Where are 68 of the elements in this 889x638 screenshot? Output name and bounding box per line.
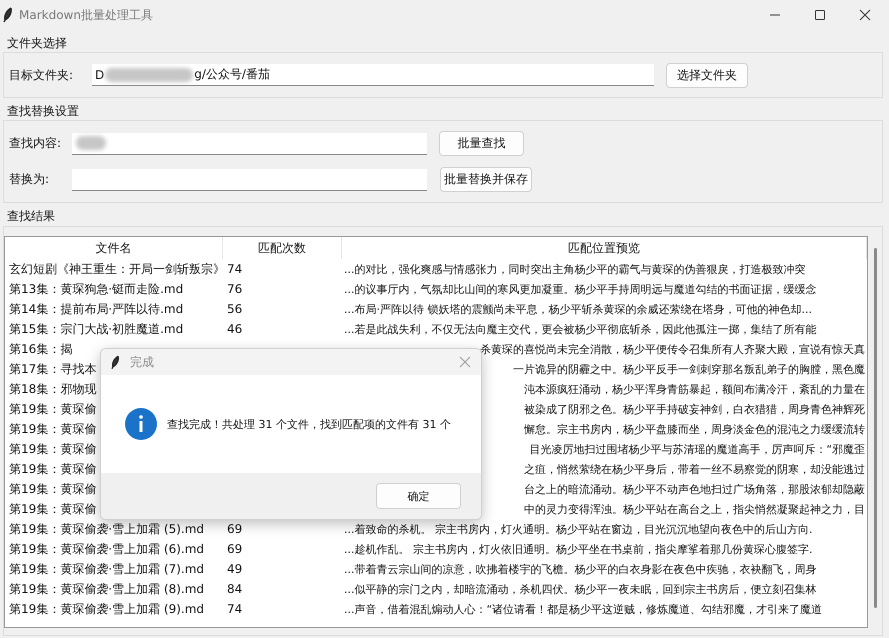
table-cell: 第15集：宗门大战·初胜魔道.md bbox=[9, 322, 184, 336]
find-button[interactable]: 批量查找 bbox=[439, 131, 524, 156]
table-cell: 玄幻短剧《神王重生：开局一剑斩叛宗》 bbox=[9, 262, 225, 276]
choose-folder-button[interactable]: 选择文件夹 bbox=[666, 62, 748, 88]
table-cell: 沌本源疯狂涌动，杨少平浑身青筋暴起，额间布满冷汗，紊乱的力量在 bbox=[524, 382, 866, 396]
table-cell: 中的灵力变得浑浊。杨少平站在高台之上，指尖悄然凝聚起神之力，目 bbox=[524, 502, 866, 516]
table-cell: 第19集：黄琛偷袭·雪上加霜 (7).md bbox=[9, 562, 204, 576]
table-cell: 49 bbox=[227, 562, 242, 576]
table-cell: 84 bbox=[227, 582, 242, 596]
table-cell: 之疽，悄然萦绕在杨少平身后，带着一丝不易察觉的阴寒，却没能逃过 bbox=[524, 462, 866, 476]
table-cell: 第19集：黄琛偷 bbox=[9, 442, 96, 456]
feather-icon bbox=[3, 7, 13, 23]
table-cell: 69 bbox=[227, 542, 242, 556]
info-icon bbox=[125, 408, 157, 440]
table-cell: 第18集：邪物现 bbox=[9, 382, 96, 396]
table-cell: 第19集：黄琛偷袭·雪上加霜 (9).md bbox=[9, 602, 204, 616]
table-cell: ...着致命的杀机。 宗主书房内，灯火通明。杨少平站在窗边，目光沉沉地望向夜色中的后山方向. bbox=[344, 522, 812, 536]
table-cell: 56 bbox=[227, 302, 242, 316]
table-cell: 第19集：黄琛偷 bbox=[9, 462, 96, 476]
field-label: 替换为: bbox=[9, 171, 50, 188]
table-cell: ...若是此战失利，不仅无法向魔主交代，更会被杨少平彻底斩杀，因此他孤注一掷，集结了所有能 bbox=[344, 322, 816, 336]
table-cell: 杀黄琛的喜悦尚未完全消散，杨少平便传令召集所有人齐聚大殿，宣说有惊天真 bbox=[480, 342, 866, 356]
field-label: 查找内容: bbox=[9, 135, 62, 152]
group-title: 查找结果 bbox=[6, 208, 56, 223]
table-cell: 第19集：黄琛偷 bbox=[9, 422, 96, 436]
replace-field[interactable] bbox=[72, 168, 427, 190]
folder-path-field[interactable]: D g/公众号/番茄 bbox=[92, 64, 654, 86]
table-cell: ...的对比，强化爽感与情感张力，同时突出主角杨少平的霸气与黄琛的伪善狠戾，打造极致冲突 bbox=[344, 262, 806, 276]
table-cell: 69 bbox=[227, 522, 242, 536]
table-cell: 台之上的暗流涌动。杨少平不动声色地扫过广场角落，那股浓郁却隐蔽 bbox=[524, 482, 866, 496]
table-cell: 被染成了阴邪之色。杨少平手持破妄神剑，白衣猎猎，周身青色神辉死 bbox=[524, 402, 866, 416]
table-cell: 第19集：黄琛偷袭·雪上加霜 (8).md bbox=[9, 582, 204, 596]
table-cell: 76 bbox=[227, 282, 242, 296]
table-cell: ...趁机作乱。 宗主书房内，灯火依旧通明。杨少平坐在书桌前，指尖摩挲着那几份黄琛心腹签字. bbox=[344, 542, 812, 556]
maximize-icon[interactable] bbox=[814, 9, 826, 21]
table-cell: 第17集：寻找本 bbox=[9, 362, 96, 376]
group-title: 查找替换设置 bbox=[6, 103, 80, 118]
dialog-message: 查找完成！共处理 31 个文件，找到匹配项的文件有 31 个 bbox=[167, 416, 451, 432]
ok-button[interactable]: 确定 bbox=[376, 483, 461, 509]
table-cell: ...带着青云宗山间的凉意，吹拂着楼宇的飞檐。杨少平的白衣身影在夜色中疾驰，衣袂翻飞，周身 bbox=[344, 562, 816, 576]
table-cell: ...似平静的宗门之内，却暗流涌动，杀机四伏。杨少平一夜未眠，回到宗主书房后，便立刻召集林 bbox=[344, 582, 816, 596]
table-cell: 目光凌厉地扫过围堵杨少平与苏清瑶的魔道高手，厉声呵斥：“邪魔歪 bbox=[529, 442, 866, 456]
table-cell: 74 bbox=[227, 602, 242, 616]
window-title: Markdown批量处理工具 bbox=[19, 6, 153, 24]
feather-icon bbox=[111, 354, 120, 370]
table-cell: 46 bbox=[227, 322, 242, 336]
table-cell: ...布局·严阵以待 锁妖塔的震颤尚未平息，杨少平斩杀黄琛的余威还萦绕在塔身，可他的神色却... bbox=[344, 302, 812, 316]
field-label: 目标文件夹: bbox=[9, 66, 74, 84]
table-cell: ...声音，借着混乱煽动人心：“诸位请看！都是杨少平这逆贼，修炼魔道、勾结邪魔，才引来了魔道 bbox=[344, 602, 822, 616]
table-cell: 74 bbox=[227, 262, 242, 276]
table-cell: 第19集：黄琛偷 bbox=[9, 482, 96, 496]
close-icon[interactable] bbox=[859, 9, 871, 21]
table-cell: 懈怠。宗主书房内，杨少平盘膝而坐，周身淡金色的混沌之力缓缓流转 bbox=[524, 422, 866, 436]
find-field[interactable] bbox=[72, 132, 427, 154]
scrollbar-thumb[interactable] bbox=[874, 248, 878, 608]
table-cell: 第19集：黄琛偷 bbox=[9, 402, 96, 416]
blurred-redaction bbox=[76, 136, 106, 150]
table-cell: ...的议事厅内，气氛却比山间的寒风更加凝重。杨少平手持周明远与魔道勾结的书面证据，缓缓念 bbox=[344, 282, 816, 296]
table-cell: 第19集：黄琛偷袭·雪上加霜 (6).md bbox=[9, 542, 204, 556]
group-title: 文件夹选择 bbox=[6, 35, 68, 50]
replace-save-button[interactable]: 批量替换并保存 bbox=[440, 167, 532, 192]
table-cell: 第19集：黄琛偷袭·雪上加霜 (5).md bbox=[9, 522, 204, 536]
table-cell: 第16集：揭 bbox=[9, 342, 72, 356]
table-cell: 第19集：黄琛偷 bbox=[9, 502, 96, 516]
table-cell: 第13集：黄琛狗急·铤而走险.md bbox=[9, 282, 184, 296]
dialog-title: 完成 bbox=[130, 354, 154, 370]
table-cell: 第14集：提前布局·严阵以待.md bbox=[9, 302, 184, 316]
table-cell: 一片诡异的阴霾之中。杨少平反手一剑刺穿那名叛乱弟子的胸膛，黑色魔 bbox=[513, 362, 866, 376]
